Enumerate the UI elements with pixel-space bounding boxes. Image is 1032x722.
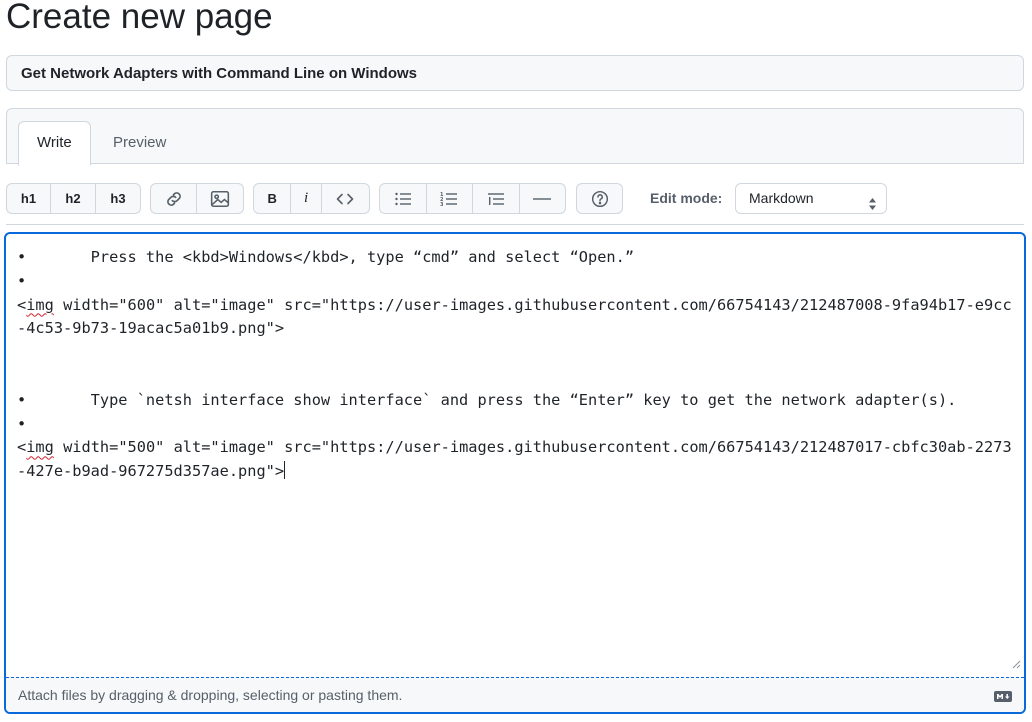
- editor-line: • Press the <kbd>Windows</kbd>, type “cm…: [17, 248, 635, 266]
- code-icon: [335, 191, 355, 207]
- attach-files-bar[interactable]: Attach files by dragging & dropping, sel…: [6, 677, 1024, 712]
- italic-button[interactable]: i: [291, 184, 322, 213]
- h2-button[interactable]: h2: [51, 184, 96, 213]
- ordered-list-icon: 123: [440, 191, 458, 207]
- page-title: Create new page: [6, 0, 273, 36]
- tabbar-divider: [6, 163, 1024, 164]
- task-list-icon: [487, 191, 505, 207]
- h3-button[interactable]: h3: [96, 184, 140, 213]
- tab-write[interactable]: Write: [18, 121, 91, 166]
- resize-handle-icon[interactable]: [1012, 656, 1021, 674]
- toolbar-divider: [6, 224, 1024, 225]
- ordered-list-button[interactable]: 123: [427, 184, 473, 213]
- editor-line: •: [17, 271, 27, 290]
- tab-preview[interactable]: Preview: [95, 121, 184, 165]
- page-title-input[interactable]: [6, 55, 1024, 91]
- editor-line: <img width="500" alt="image" src="https:…: [17, 438, 1012, 481]
- editor-line: <img width="600" alt="image" src="https:…: [17, 295, 1012, 338]
- link-icon: [165, 190, 183, 208]
- attach-files-hint: Attach files by dragging & dropping, sel…: [18, 687, 403, 703]
- text-caret: [284, 461, 286, 480]
- svg-text:3: 3: [440, 202, 444, 207]
- format-toolbar-group: B i: [253, 183, 370, 214]
- task-list-button[interactable]: [473, 184, 520, 213]
- edit-mode-label: Edit mode:: [650, 190, 723, 206]
- list-toolbar-group: 123: [379, 183, 566, 214]
- link-button[interactable]: [151, 184, 198, 213]
- question-icon: [591, 190, 609, 208]
- editor-line: • Type `netsh interface show interface` …: [17, 390, 957, 409]
- select-arrows-icon: [868, 192, 877, 221]
- unordered-list-icon: [394, 191, 412, 207]
- image-icon: [210, 190, 230, 208]
- horizontal-rule-button[interactable]: [520, 184, 566, 213]
- spellcheck-underline: img: [26, 438, 54, 457]
- horizontal-rule-icon: [532, 191, 552, 207]
- editor-line: •: [17, 414, 27, 433]
- markdown-icon: [994, 689, 1012, 707]
- help-button[interactable]: [577, 184, 622, 213]
- h1-button[interactable]: h1: [7, 184, 51, 213]
- bold-button[interactable]: B: [254, 184, 292, 213]
- unordered-list-button[interactable]: [380, 184, 427, 213]
- image-button[interactable]: [197, 184, 243, 213]
- heading-toolbar-group: h1 h2 h3: [6, 183, 141, 214]
- insert-toolbar-group: [150, 183, 244, 214]
- edit-mode-select[interactable]: Markdown: [735, 183, 887, 214]
- editor-tabbar: Write Preview: [6, 108, 1024, 166]
- code-button[interactable]: [322, 184, 369, 213]
- edit-mode-value: Markdown: [749, 190, 814, 206]
- editor-textarea[interactable]: • Press the <kbd>Windows</kbd>, type “cm…: [17, 246, 1017, 484]
- help-toolbar-group: [576, 183, 623, 214]
- spellcheck-underline: img: [26, 295, 54, 314]
- markdown-editor[interactable]: • Press the <kbd>Windows</kbd>, type “cm…: [4, 232, 1026, 714]
